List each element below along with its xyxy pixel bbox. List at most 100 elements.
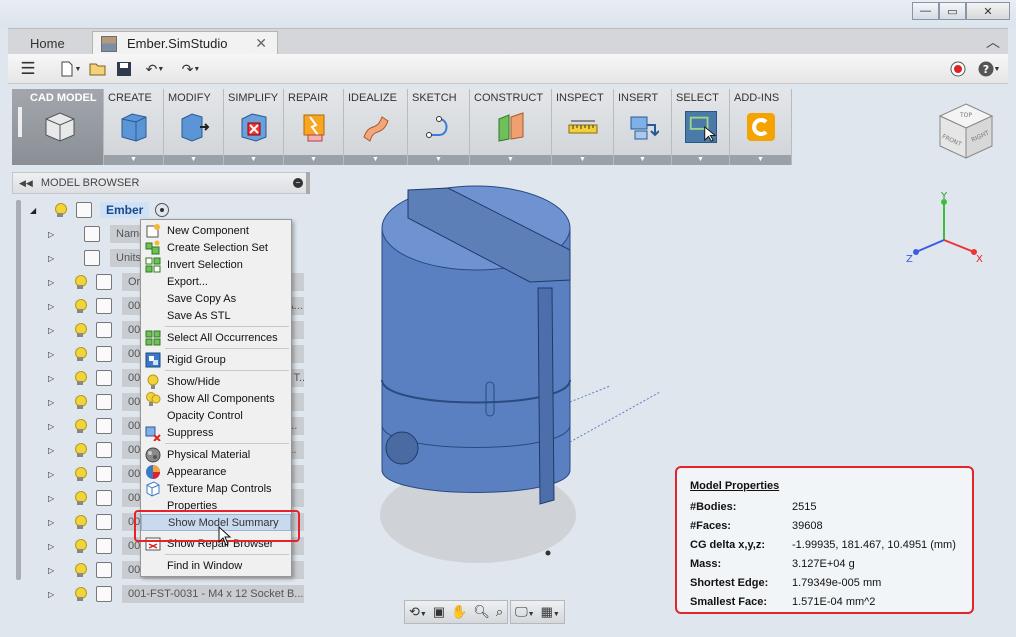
menu-icon[interactable]: ☰: [18, 59, 38, 79]
menu-new-component[interactable]: New Component: [141, 222, 291, 239]
menu-suppress[interactable]: Suppress: [141, 424, 291, 441]
repair-menu[interactable]: REPAIR ▼: [284, 89, 344, 165]
modify-dropdown-arrow[interactable]: ▼: [164, 155, 223, 165]
tab-close-icon[interactable]: ✕: [255, 35, 267, 52]
save-icon[interactable]: [114, 59, 134, 79]
menu-show-all-components[interactable]: Show All Components: [141, 390, 291, 407]
expand-icon[interactable]: ◢: [30, 206, 42, 215]
visibility-bulb-icon[interactable]: [74, 515, 87, 529]
menu-appearance[interactable]: Appearance: [141, 463, 291, 480]
visibility-bulb-icon[interactable]: [74, 443, 87, 457]
redo-icon[interactable]: ↷ ▼: [176, 59, 206, 79]
expand-arrow-icon[interactable]: ▷: [48, 446, 60, 455]
visibility-bulb-icon[interactable]: [54, 203, 67, 217]
activate-target-icon[interactable]: [155, 203, 170, 217]
create-menu[interactable]: CREATE ▼: [104, 89, 164, 165]
insert-menu[interactable]: INSERT ▼: [614, 89, 672, 165]
expand-arrow-icon[interactable]: ▷: [48, 590, 60, 599]
construct-dropdown-arrow[interactable]: ▼: [470, 155, 551, 165]
orbit-icon[interactable]: ⟲▼: [409, 604, 427, 620]
new-file-icon[interactable]: ▼: [58, 59, 82, 79]
expand-arrow-icon[interactable]: ▷: [48, 230, 60, 239]
expand-arrow-icon[interactable]: ▷: [48, 566, 60, 575]
visibility-bulb-icon[interactable]: [74, 395, 87, 409]
menu-invert-selection[interactable]: Invert Selection: [141, 256, 291, 273]
select-menu[interactable]: SELECT ▼: [672, 89, 730, 165]
tab-home[interactable]: Home: [8, 31, 90, 55]
grip-handle[interactable]: [18, 107, 22, 137]
collapse-left-icon[interactable]: ◀◀: [19, 178, 33, 189]
expand-arrow-icon[interactable]: ▷: [48, 254, 60, 263]
tree-row[interactable]: ▷ 001-FST-0031 - M4 x 12 Socket B...: [48, 584, 304, 604]
repair-dropdown-arrow[interactable]: ▼: [284, 155, 343, 165]
panel-resize-handle[interactable]: [306, 172, 310, 194]
cad-model-view[interactable]: [330, 170, 690, 590]
open-folder-icon[interactable]: [88, 59, 108, 79]
menu-texture-map-controls[interactable]: Texture Map Controls: [141, 480, 291, 497]
expand-arrow-icon[interactable]: ▷: [48, 518, 60, 527]
tree-row-label[interactable]: 001-FST-0031 - M4 x 12 Socket B...: [122, 585, 304, 603]
menu-select-all-occurrences[interactable]: Select All Occurrences: [141, 329, 291, 346]
visibility-bulb-icon[interactable]: [74, 539, 87, 553]
zoom-window-icon[interactable]: ⌕: [496, 604, 503, 620]
expand-arrow-icon[interactable]: ▷: [48, 350, 60, 359]
chevron-up-icon[interactable]: ︿: [986, 32, 1000, 52]
close-button[interactable]: ✕: [966, 2, 1010, 20]
maximize-button[interactable]: ▭: [939, 2, 966, 20]
insert-dropdown-arrow[interactable]: ▼: [614, 155, 671, 165]
tree-root-ember[interactable]: ◢ Ember: [30, 200, 170, 220]
expand-arrow-icon[interactable]: ▷: [48, 302, 60, 311]
minimize-panel-icon[interactable]: −: [293, 178, 303, 188]
visibility-bulb-icon[interactable]: [74, 467, 87, 481]
sketch-dropdown-arrow[interactable]: ▼: [408, 155, 469, 165]
grid-settings-icon[interactable]: ▦▼: [541, 604, 560, 620]
visibility-bulb-icon[interactable]: [74, 419, 87, 433]
menu-show-hide[interactable]: Show/Hide: [141, 373, 291, 390]
visibility-bulb-icon[interactable]: [74, 347, 87, 361]
display-settings-icon[interactable]: 🖵▼: [515, 604, 534, 620]
expand-arrow-icon[interactable]: ▷: [48, 278, 60, 287]
visibility-bulb-icon[interactable]: [74, 563, 87, 577]
cad-model-workspace[interactable]: CAD MODEL: [12, 89, 104, 165]
menu-save-copy-as[interactable]: Save Copy As: [141, 290, 291, 307]
visibility-bulb-icon[interactable]: [74, 587, 87, 601]
visibility-bulb-icon[interactable]: [74, 371, 87, 385]
expand-arrow-icon[interactable]: ▷: [48, 422, 60, 431]
look-at-icon[interactable]: ▣: [433, 604, 445, 620]
idealize-dropdown-arrow[interactable]: ▼: [344, 155, 407, 165]
menu-save-as-stl[interactable]: Save As STL: [141, 307, 291, 324]
zoom-icon[interactable]: 🔍︎: [473, 604, 490, 620]
expand-arrow-icon[interactable]: ▷: [48, 542, 60, 551]
create-dropdown-arrow[interactable]: ▼: [104, 155, 163, 165]
menu-find-in-window[interactable]: Find in Window: [141, 557, 291, 574]
root-component-label[interactable]: Ember: [100, 202, 150, 218]
expand-arrow-icon[interactable]: ▷: [48, 326, 60, 335]
expand-arrow-icon[interactable]: ▷: [48, 470, 60, 479]
idealize-menu[interactable]: IDEALIZE ▼: [344, 89, 408, 165]
undo-icon[interactable]: ↶ ▼: [140, 59, 170, 79]
visibility-bulb-icon[interactable]: [74, 491, 87, 505]
inspect-dropdown-arrow[interactable]: ▼: [552, 155, 613, 165]
visibility-bulb-icon[interactable]: [74, 323, 87, 337]
tab-ember-simstudio[interactable]: Ember.SimStudio ✕: [92, 31, 278, 55]
menu-opacity-control[interactable]: Opacity Control: [141, 407, 291, 424]
expand-arrow-icon[interactable]: ▷: [48, 494, 60, 503]
pan-hand-icon[interactable]: ✋: [451, 604, 467, 620]
expand-arrow-icon[interactable]: ▷: [48, 374, 60, 383]
simplify-menu[interactable]: SIMPLIFY ▼: [224, 89, 284, 165]
modify-menu[interactable]: MODIFY ▼: [164, 89, 224, 165]
visibility-bulb-icon[interactable]: [74, 299, 87, 313]
menu-physical-material[interactable]: Physical Material: [141, 446, 291, 463]
help-icon[interactable]: ? ▼: [974, 59, 1004, 79]
select-dropdown-arrow[interactable]: ▼: [672, 155, 729, 165]
view-cube[interactable]: TOP FRONT RIGHT: [936, 100, 996, 164]
simplify-dropdown-arrow[interactable]: ▼: [224, 155, 283, 165]
inspect-menu[interactable]: INSPECT ▼: [552, 89, 614, 165]
minimize-button[interactable]: —: [912, 2, 939, 20]
construct-menu[interactable]: CONSTRUCT ▼: [470, 89, 552, 165]
browser-scrollbar[interactable]: [16, 200, 21, 580]
sketch-menu[interactable]: SKETCH ▼: [408, 89, 470, 165]
menu-create-selection-set[interactable]: Create Selection Set: [141, 239, 291, 256]
record-icon[interactable]: [948, 59, 968, 79]
add-ins-dropdown-arrow[interactable]: ▼: [730, 155, 791, 165]
